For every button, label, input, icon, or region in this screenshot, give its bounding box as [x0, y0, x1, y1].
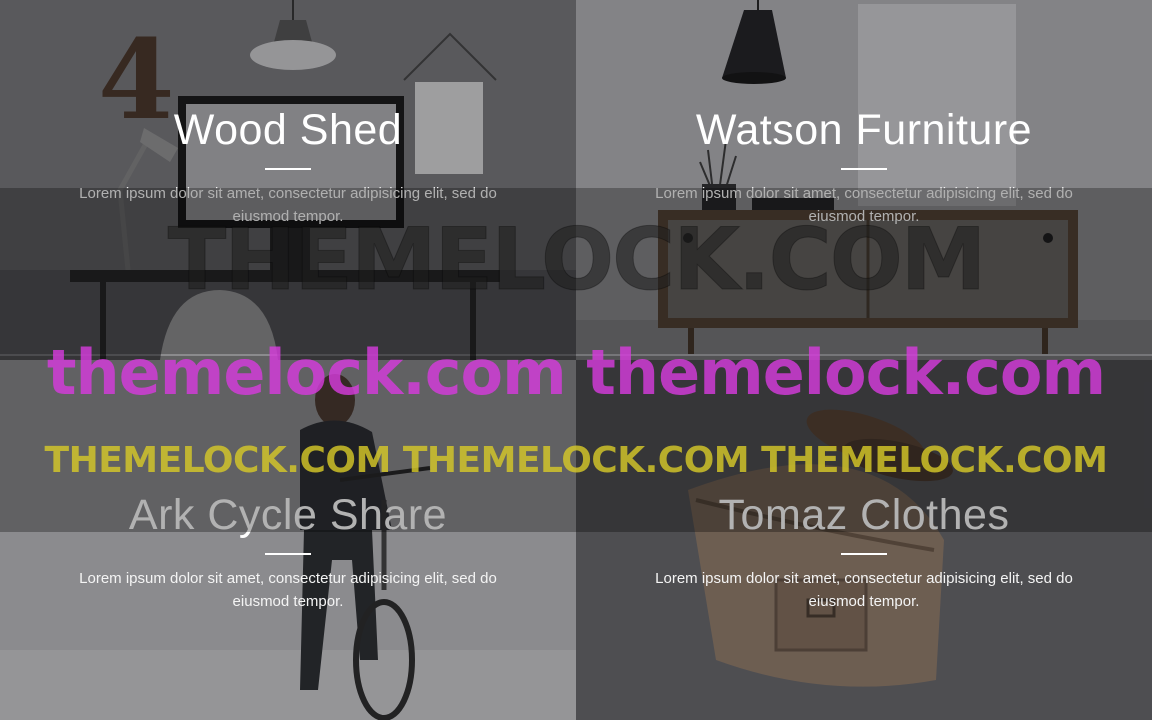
project-description: Lorem ipsum dolor sit amet, consectetur …: [655, 570, 1073, 610]
watermark-band-mid: [0, 356, 1152, 532]
project-title: Wood Shed: [173, 106, 403, 154]
title-divider: [265, 168, 311, 170]
title-divider: [841, 553, 887, 555]
project-title: Watson Furniture: [695, 106, 1033, 154]
project-description: Lorem ipsum dolor sit amet, consectetur …: [79, 570, 497, 610]
watermark-band-dark: [0, 188, 1152, 354]
title-divider: [265, 553, 311, 555]
title-divider: [841, 168, 887, 170]
